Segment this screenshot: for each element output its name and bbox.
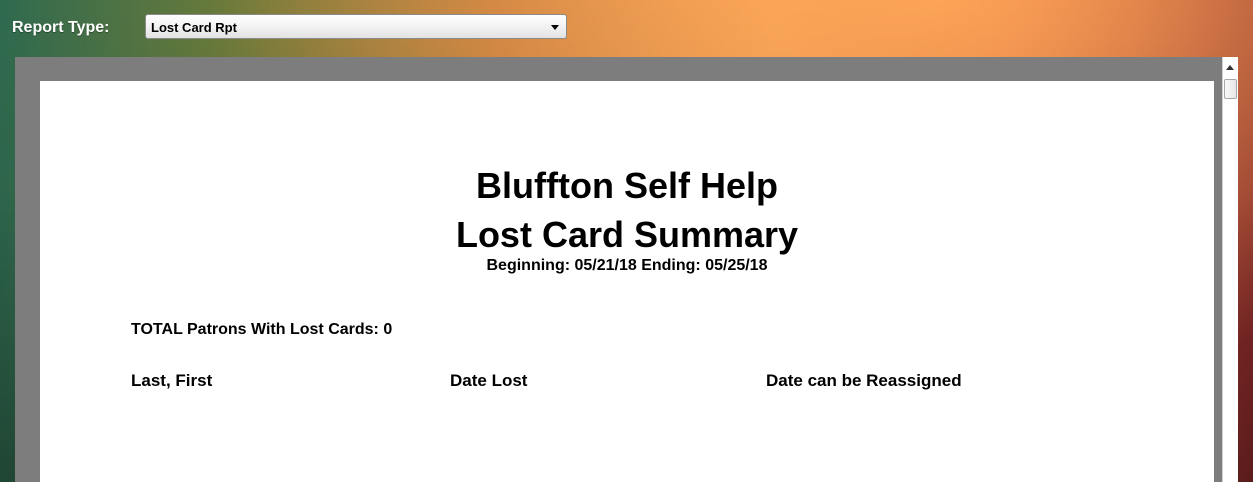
app-window: Report Type: Lost Card Rpt Bluffton Self… <box>0 0 1253 482</box>
column-header-date-reassign: Date can be Reassigned <box>766 371 962 390</box>
chevron-down-icon <box>551 25 559 30</box>
report-subtitle: Lost Card Summary <box>455 214 799 255</box>
report-type-label: Report Type: <box>12 19 110 36</box>
vertical-scrollbar[interactable] <box>1222 57 1238 482</box>
report-type-selected-value: Lost Card Rpt <box>151 20 237 35</box>
report-title: Bluffton Self Help <box>476 165 778 206</box>
report-viewer[interactable]: Bluffton Self Help Lost Card Summary Beg… <box>15 57 1238 482</box>
report-page: Bluffton Self Help Lost Card Summary Beg… <box>40 81 1214 482</box>
column-header-name: Last, First <box>131 371 213 390</box>
column-header-date-lost: Date Lost <box>450 371 528 390</box>
total-patrons-line: TOTAL Patrons With Lost Cards: 0 <box>131 321 393 338</box>
arrow-up-icon[interactable] <box>1226 65 1234 70</box>
report-date-range: Beginning: 05/21/18 Ending: 05/25/18 <box>486 257 768 274</box>
scroll-thumb[interactable] <box>1224 79 1237 99</box>
report-type-select[interactable]: Lost Card Rpt <box>145 14 567 39</box>
report-toolbar: Report Type: Lost Card Rpt <box>0 0 1253 52</box>
